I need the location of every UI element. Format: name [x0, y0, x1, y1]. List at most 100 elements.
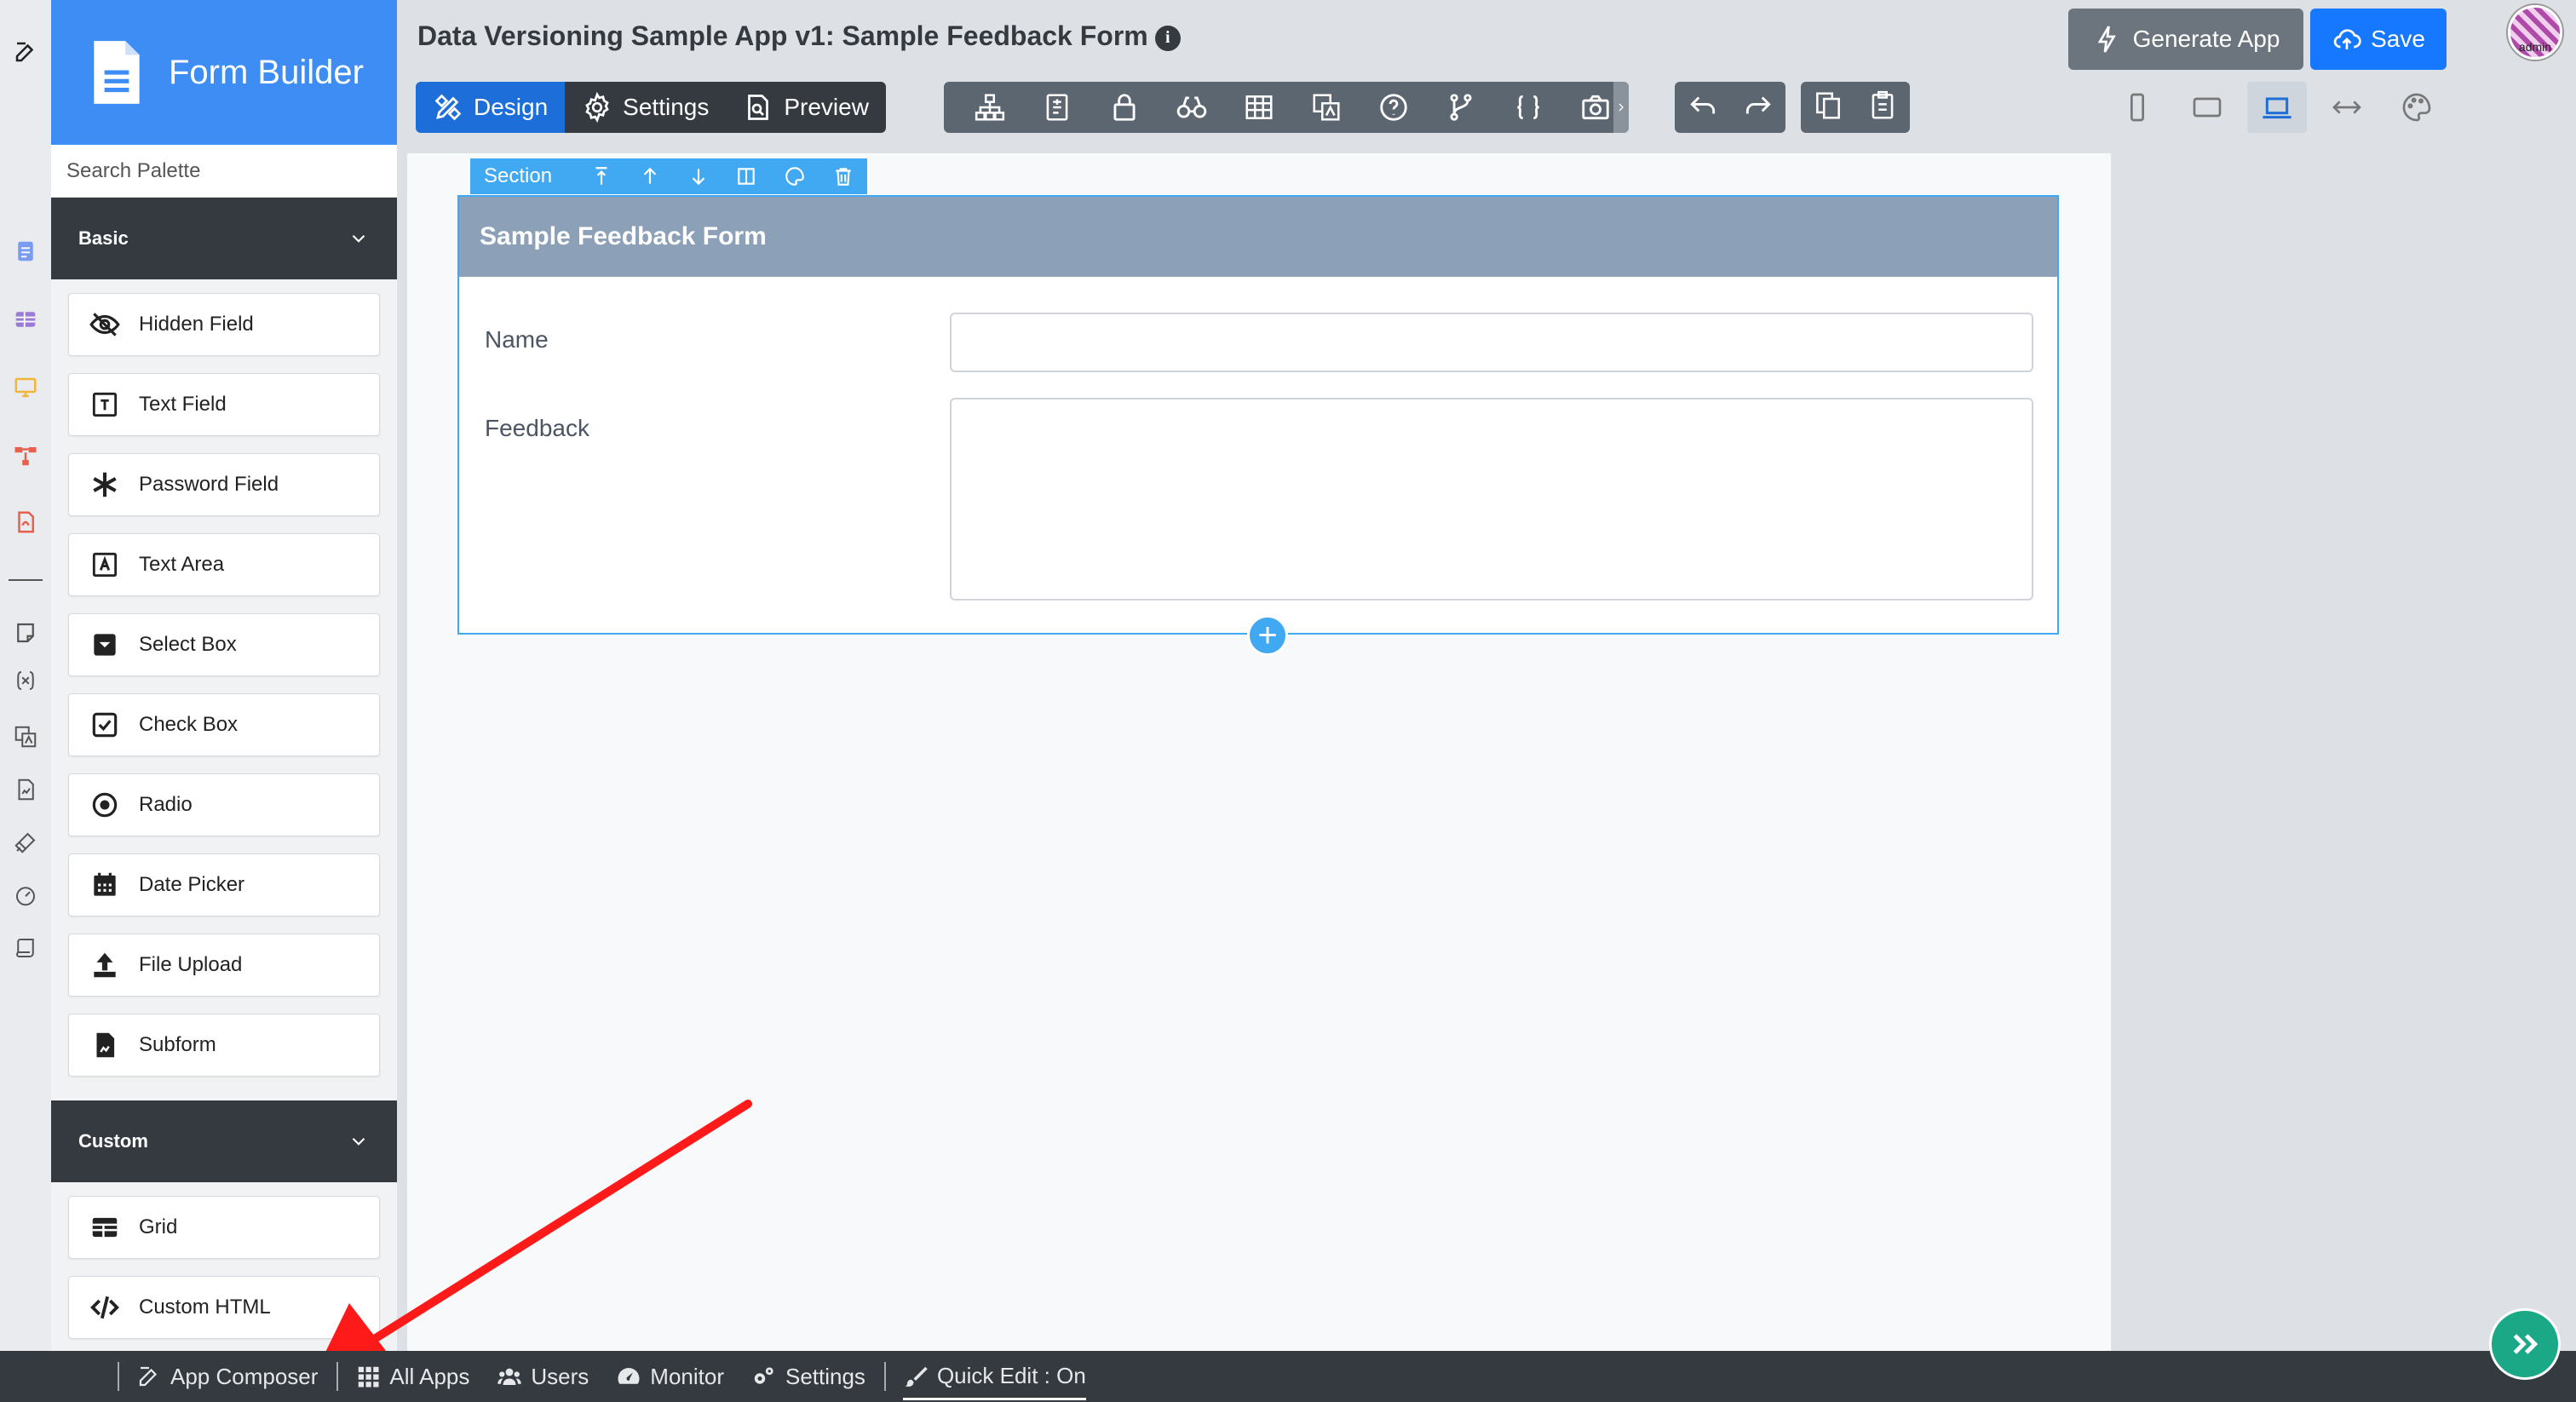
tablet-view-icon[interactable] — [2177, 82, 2237, 133]
style-icon[interactable] — [771, 165, 819, 187]
form-canvas: Section Sample Feedback Form Name Feedba… — [407, 153, 2111, 1351]
palette-item-text-area[interactable]: Text Area — [68, 533, 380, 596]
palette-item-password-field[interactable]: Password Field — [68, 453, 380, 516]
gear-icon — [585, 92, 609, 123]
expand-panel-button[interactable] — [2489, 1308, 2561, 1380]
report-icon[interactable] — [0, 777, 51, 802]
palette-item-text-field[interactable]: Text Field — [68, 373, 380, 436]
bottom-divider — [336, 1362, 339, 1391]
toolbar-more-icon[interactable] — [1613, 82, 1629, 133]
basic-items-list: Hidden Field Text Field Password Field T… — [51, 279, 397, 1100]
palette-header: Form Builder — [51, 0, 397, 145]
subform-icon — [88, 1028, 122, 1062]
plugin-icon[interactable] — [0, 830, 51, 855]
help-icon[interactable] — [1360, 82, 1427, 133]
palette-item-grid[interactable]: Grid — [68, 1196, 380, 1259]
note-icon[interactable] — [0, 620, 51, 646]
performance-icon[interactable] — [0, 882, 51, 908]
full-width-icon[interactable] — [2317, 82, 2377, 133]
tab-design[interactable]: Design — [416, 82, 566, 133]
undo-icon[interactable] — [1687, 89, 1719, 126]
palette-item-date-picker[interactable]: Date Picker — [68, 853, 380, 916]
tab-preview[interactable]: Preview — [726, 82, 886, 133]
palette-item-label: Grid — [139, 1215, 178, 1238]
palette-item-label: Subform — [139, 1033, 216, 1056]
braces-icon[interactable] — [1494, 82, 1561, 133]
process-icon[interactable] — [0, 443, 51, 468]
palette-item-label: Radio — [139, 793, 193, 816]
avatar[interactable]: admin — [2508, 5, 2562, 60]
chevron-down-icon — [352, 234, 365, 243]
settings-label: Settings — [785, 1363, 865, 1389]
dashboard-icon — [618, 1368, 640, 1384]
scroll-icon[interactable] — [0, 935, 51, 961]
tree-structure-icon[interactable] — [956, 82, 1023, 133]
quick-edit-label: Quick Edit : On — [936, 1363, 1086, 1388]
redo-icon[interactable] — [1742, 89, 1774, 126]
mobile-view-icon[interactable] — [2107, 82, 2167, 133]
properties-icon[interactable] — [1023, 82, 1090, 133]
palette-item-label: Hidden Field — [139, 313, 254, 336]
bolt-icon — [2097, 26, 2116, 53]
monitor-label: Monitor — [650, 1363, 724, 1389]
arrow-down-icon[interactable] — [674, 165, 722, 187]
lock-icon[interactable] — [1090, 82, 1158, 133]
save-button[interactable]: Save — [2310, 9, 2447, 70]
brush-icon — [905, 1366, 928, 1387]
palette-item-radio[interactable]: Radio — [68, 773, 380, 836]
main-area: Data Versioning Sample App v1: Sample Fe… — [397, 0, 2576, 1351]
palette-item-label: Date Picker — [139, 873, 245, 896]
palette-item-custom-html[interactable]: Custom HTML — [68, 1276, 380, 1339]
settings-link[interactable]: Settings — [751, 1364, 865, 1390]
mode-tabs: Design Settings Preview — [416, 82, 886, 133]
add-section-button[interactable]: + — [1247, 615, 1288, 656]
palette-item-file-upload[interactable]: File Upload — [68, 934, 380, 997]
move-top-icon[interactable] — [578, 165, 626, 187]
tab-settings[interactable]: Settings — [565, 82, 727, 133]
grid-icon — [359, 1366, 379, 1388]
select-box-icon — [88, 628, 122, 662]
undo-redo-group — [1675, 82, 1785, 133]
table-icon[interactable] — [1225, 82, 1292, 133]
info-icon[interactable]: i — [1154, 25, 1181, 51]
palette-item-subform[interactable]: Subform — [68, 1014, 380, 1077]
right-gutter — [2111, 153, 2576, 1351]
feedback-textarea[interactable] — [950, 398, 2033, 600]
generate-app-button[interactable]: Generate App — [2068, 9, 2303, 70]
palette-theme-icon[interactable] — [2387, 82, 2447, 133]
tab-design-label: Design — [474, 94, 549, 120]
users-link[interactable]: Users — [497, 1364, 589, 1390]
branch-icon[interactable] — [1427, 82, 1494, 133]
translate-tool-icon[interactable] — [1292, 82, 1360, 133]
translate-icon[interactable] — [0, 724, 51, 750]
palette-item-check-box[interactable]: Check Box — [68, 693, 380, 756]
binoculars-icon[interactable] — [1158, 82, 1225, 133]
category-basic[interactable]: Basic — [51, 198, 397, 279]
all-apps-link[interactable]: All Apps — [355, 1364, 469, 1390]
edit-icon[interactable] — [0, 39, 51, 65]
columns-icon[interactable] — [722, 165, 771, 187]
paste-icon[interactable] — [1866, 89, 1899, 126]
palette-search-input[interactable]: Search Palette — [51, 145, 397, 198]
variable-icon[interactable] — [0, 668, 51, 693]
palette-item-hidden-field[interactable]: Hidden Field — [68, 293, 380, 356]
copy-icon[interactable] — [1812, 89, 1844, 126]
palette-item-label: Select Box — [139, 633, 237, 656]
bottom-divider — [118, 1362, 119, 1391]
name-input[interactable] — [950, 313, 2033, 372]
quick-edit-toggle[interactable]: Quick Edit : On — [902, 1353, 1086, 1400]
calendar-icon — [88, 868, 122, 902]
pdf-icon[interactable] — [0, 509, 51, 535]
device-preview-group — [2107, 82, 2447, 133]
userview-icon[interactable] — [0, 375, 51, 400]
arrow-up-icon[interactable] — [626, 165, 675, 187]
monitor-link[interactable]: Monitor — [616, 1364, 724, 1390]
form-section[interactable]: Sample Feedback Form Name Feedback — [457, 195, 2059, 635]
trash-icon[interactable] — [819, 165, 867, 187]
palette-item-select-box[interactable]: Select Box — [68, 613, 380, 676]
category-custom[interactable]: Custom — [51, 1100, 397, 1182]
app-composer-link[interactable]: App Composer — [136, 1364, 318, 1390]
form-icon[interactable] — [0, 238, 51, 264]
list-icon[interactable] — [0, 307, 51, 332]
laptop-view-icon[interactable] — [2247, 82, 2307, 133]
